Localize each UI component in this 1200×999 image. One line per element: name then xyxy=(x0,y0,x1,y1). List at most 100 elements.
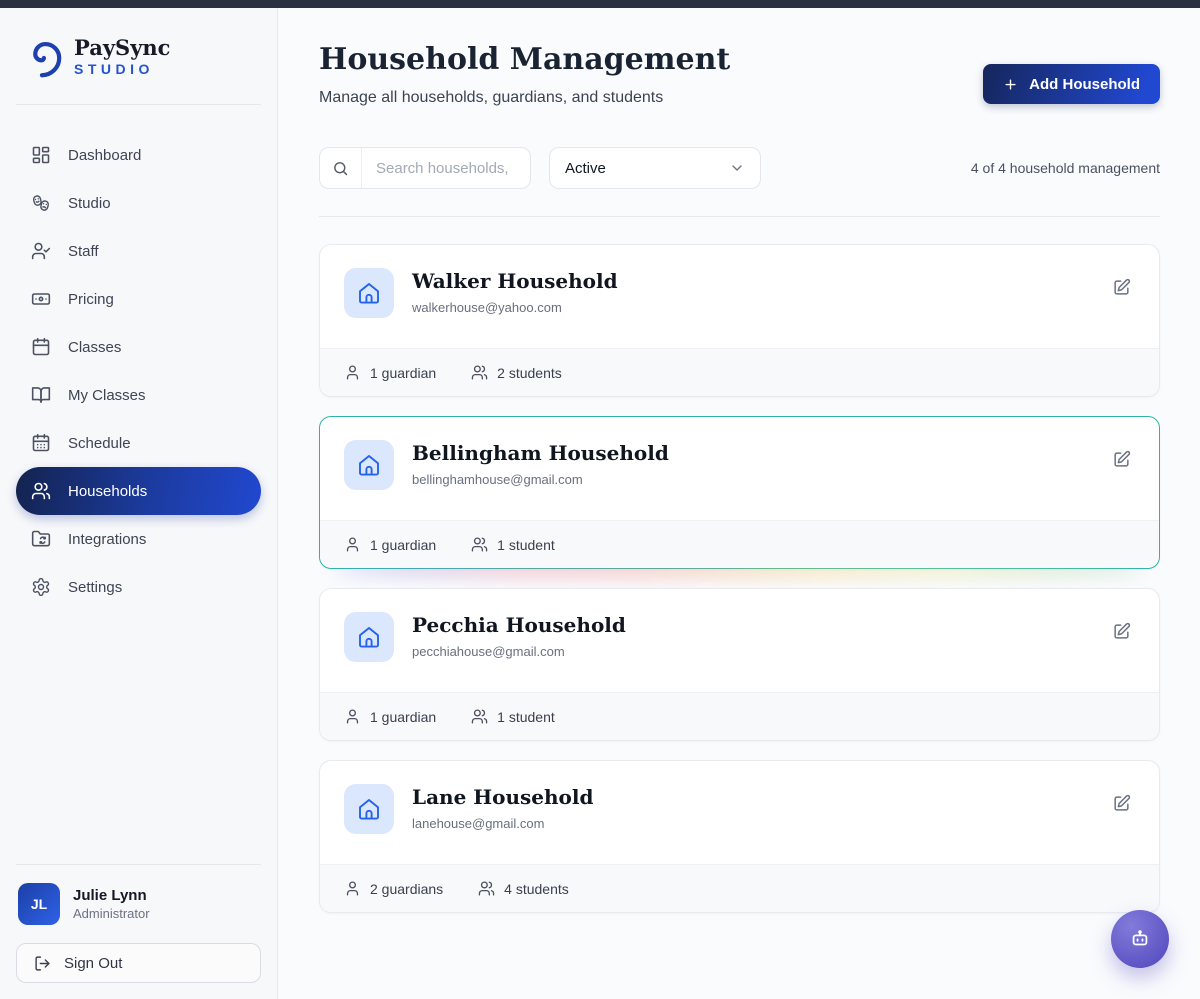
sidebar-item-schedule[interactable]: Schedule xyxy=(16,419,261,467)
folder-sync-icon xyxy=(31,529,51,549)
student-stat: 1 student xyxy=(471,536,555,553)
status-filter-value: Active xyxy=(565,160,606,177)
avatar: JL xyxy=(18,883,60,925)
sidebar-item-pricing[interactable]: Pricing xyxy=(16,275,261,323)
search-input[interactable] xyxy=(362,160,530,177)
student-count: 1 student xyxy=(497,537,555,553)
sidebar-item-classes[interactable]: Classes xyxy=(16,323,261,371)
guardian-stat: 1 guardian xyxy=(344,364,436,381)
toolbar: Active 4 of 4 household management xyxy=(319,147,1160,189)
user-name: Julie Lynn xyxy=(73,887,150,904)
card-main: Walker Household walkerhouse@yahoo.com xyxy=(320,245,1159,348)
add-household-label: Add Household xyxy=(1029,76,1140,93)
sidebar-item-studio[interactable]: Studio xyxy=(16,179,261,227)
gear-icon xyxy=(31,577,51,597)
plus-icon xyxy=(1003,77,1018,92)
banknote-icon xyxy=(31,289,51,309)
students-icon xyxy=(478,880,495,897)
main-content: Household Management Manage all househol… xyxy=(279,8,1200,999)
sidebar-item-label: Pricing xyxy=(68,291,114,308)
students-icon xyxy=(471,536,488,553)
sidebar: PaySync STUDIO Dashboard Studio Staff Pr… xyxy=(0,8,278,999)
log-out-icon xyxy=(34,955,51,972)
household-name: Bellingham Household xyxy=(412,441,669,465)
sidebar-item-staff[interactable]: Staff xyxy=(16,227,261,275)
sidebar-nav: Dashboard Studio Staff Pricing Classes M… xyxy=(16,131,261,611)
calendar-icon xyxy=(31,337,51,357)
student-count: 2 students xyxy=(497,365,562,381)
guardian-icon xyxy=(344,880,361,897)
edit-household-button[interactable] xyxy=(1108,618,1135,648)
household-card-lane[interactable]: Lane Household lanehouse@gmail.com 2 gua… xyxy=(319,760,1160,913)
sidebar-item-households[interactable]: Households xyxy=(16,467,261,515)
results-count: 4 of 4 household management xyxy=(971,160,1160,176)
window-top-bar xyxy=(0,0,1200,8)
sidebar-item-label: Settings xyxy=(68,579,122,596)
sidebar-item-label: Staff xyxy=(68,243,99,260)
household-email: walkerhouse@yahoo.com xyxy=(412,300,618,315)
student-stat: 1 student xyxy=(471,708,555,725)
sidebar-divider xyxy=(16,104,261,105)
theater-masks-icon xyxy=(31,193,51,213)
guardian-count: 1 guardian xyxy=(370,365,436,381)
guardian-stat: 1 guardian xyxy=(344,708,436,725)
card-footer: 1 guardian 1 student xyxy=(320,692,1159,740)
sidebar-item-settings[interactable]: Settings xyxy=(16,563,261,611)
status-filter-dropdown[interactable]: Active xyxy=(549,147,761,189)
sign-out-button[interactable]: Sign Out xyxy=(16,943,261,983)
edit-pencil-icon xyxy=(1112,622,1131,641)
chatbot-fab-button[interactable] xyxy=(1111,910,1169,968)
household-card-bellingham[interactable]: Bellingham Household bellinghamhouse@gma… xyxy=(319,416,1160,569)
household-card-walker[interactable]: Walker Household walkerhouse@yahoo.com 1… xyxy=(319,244,1160,397)
guardian-icon xyxy=(344,364,361,381)
guardian-stat: 1 guardian xyxy=(344,536,436,553)
user-check-icon xyxy=(31,241,51,261)
house-icon xyxy=(344,440,394,490)
household-email: pecchiahouse@gmail.com xyxy=(412,644,626,659)
house-icon xyxy=(344,784,394,834)
guardian-stat: 2 guardians xyxy=(344,880,443,897)
edit-household-button[interactable] xyxy=(1108,446,1135,476)
guardian-icon xyxy=(344,536,361,553)
house-icon xyxy=(344,612,394,662)
household-email: bellinghamhouse@gmail.com xyxy=(412,472,669,487)
edit-pencil-icon xyxy=(1112,794,1131,813)
card-main: Bellingham Household bellinghamhouse@gma… xyxy=(320,417,1159,520)
sign-out-label: Sign Out xyxy=(64,955,122,972)
students-icon xyxy=(471,364,488,381)
page-subtitle: Manage all households, guardians, and st… xyxy=(319,89,730,107)
household-name: Lane Household xyxy=(412,785,593,809)
household-name: Walker Household xyxy=(412,269,618,293)
add-household-button[interactable]: Add Household xyxy=(983,64,1160,104)
household-list: Walker Household walkerhouse@yahoo.com 1… xyxy=(319,244,1160,913)
sidebar-item-label: Dashboard xyxy=(68,147,141,164)
dashboard-grid-icon xyxy=(31,145,51,165)
student-count: 4 students xyxy=(504,881,569,897)
robot-chat-icon xyxy=(1129,928,1151,950)
household-name: Pecchia Household xyxy=(412,613,626,637)
edit-household-button[interactable] xyxy=(1108,790,1135,820)
edit-household-button[interactable] xyxy=(1108,274,1135,304)
card-main: Lane Household lanehouse@gmail.com xyxy=(320,761,1159,864)
sidebar-item-label: My Classes xyxy=(68,387,146,404)
house-icon xyxy=(344,268,394,318)
users-icon xyxy=(31,481,51,501)
page-header: Household Management Manage all househol… xyxy=(319,42,1160,107)
sidebar-item-label: Integrations xyxy=(68,531,146,548)
open-book-icon xyxy=(31,385,51,405)
guardian-count: 1 guardian xyxy=(370,709,436,725)
user-role: Administrator xyxy=(73,906,150,921)
brand-logo-block: PaySync STUDIO xyxy=(16,34,261,80)
sidebar-item-integrations[interactable]: Integrations xyxy=(16,515,261,563)
sidebar-item-dashboard[interactable]: Dashboard xyxy=(16,131,261,179)
edit-pencil-icon xyxy=(1112,278,1131,297)
sidebar-item-my-classes[interactable]: My Classes xyxy=(16,371,261,419)
sidebar-item-label: Classes xyxy=(68,339,121,356)
student-stat: 4 students xyxy=(478,880,569,897)
toolbar-divider xyxy=(319,216,1160,217)
students-icon xyxy=(471,708,488,725)
chevron-down-icon xyxy=(729,160,745,176)
student-count: 1 student xyxy=(497,709,555,725)
household-card-pecchia[interactable]: Pecchia Household pecchiahouse@gmail.com… xyxy=(319,588,1160,741)
card-main: Pecchia Household pecchiahouse@gmail.com xyxy=(320,589,1159,692)
